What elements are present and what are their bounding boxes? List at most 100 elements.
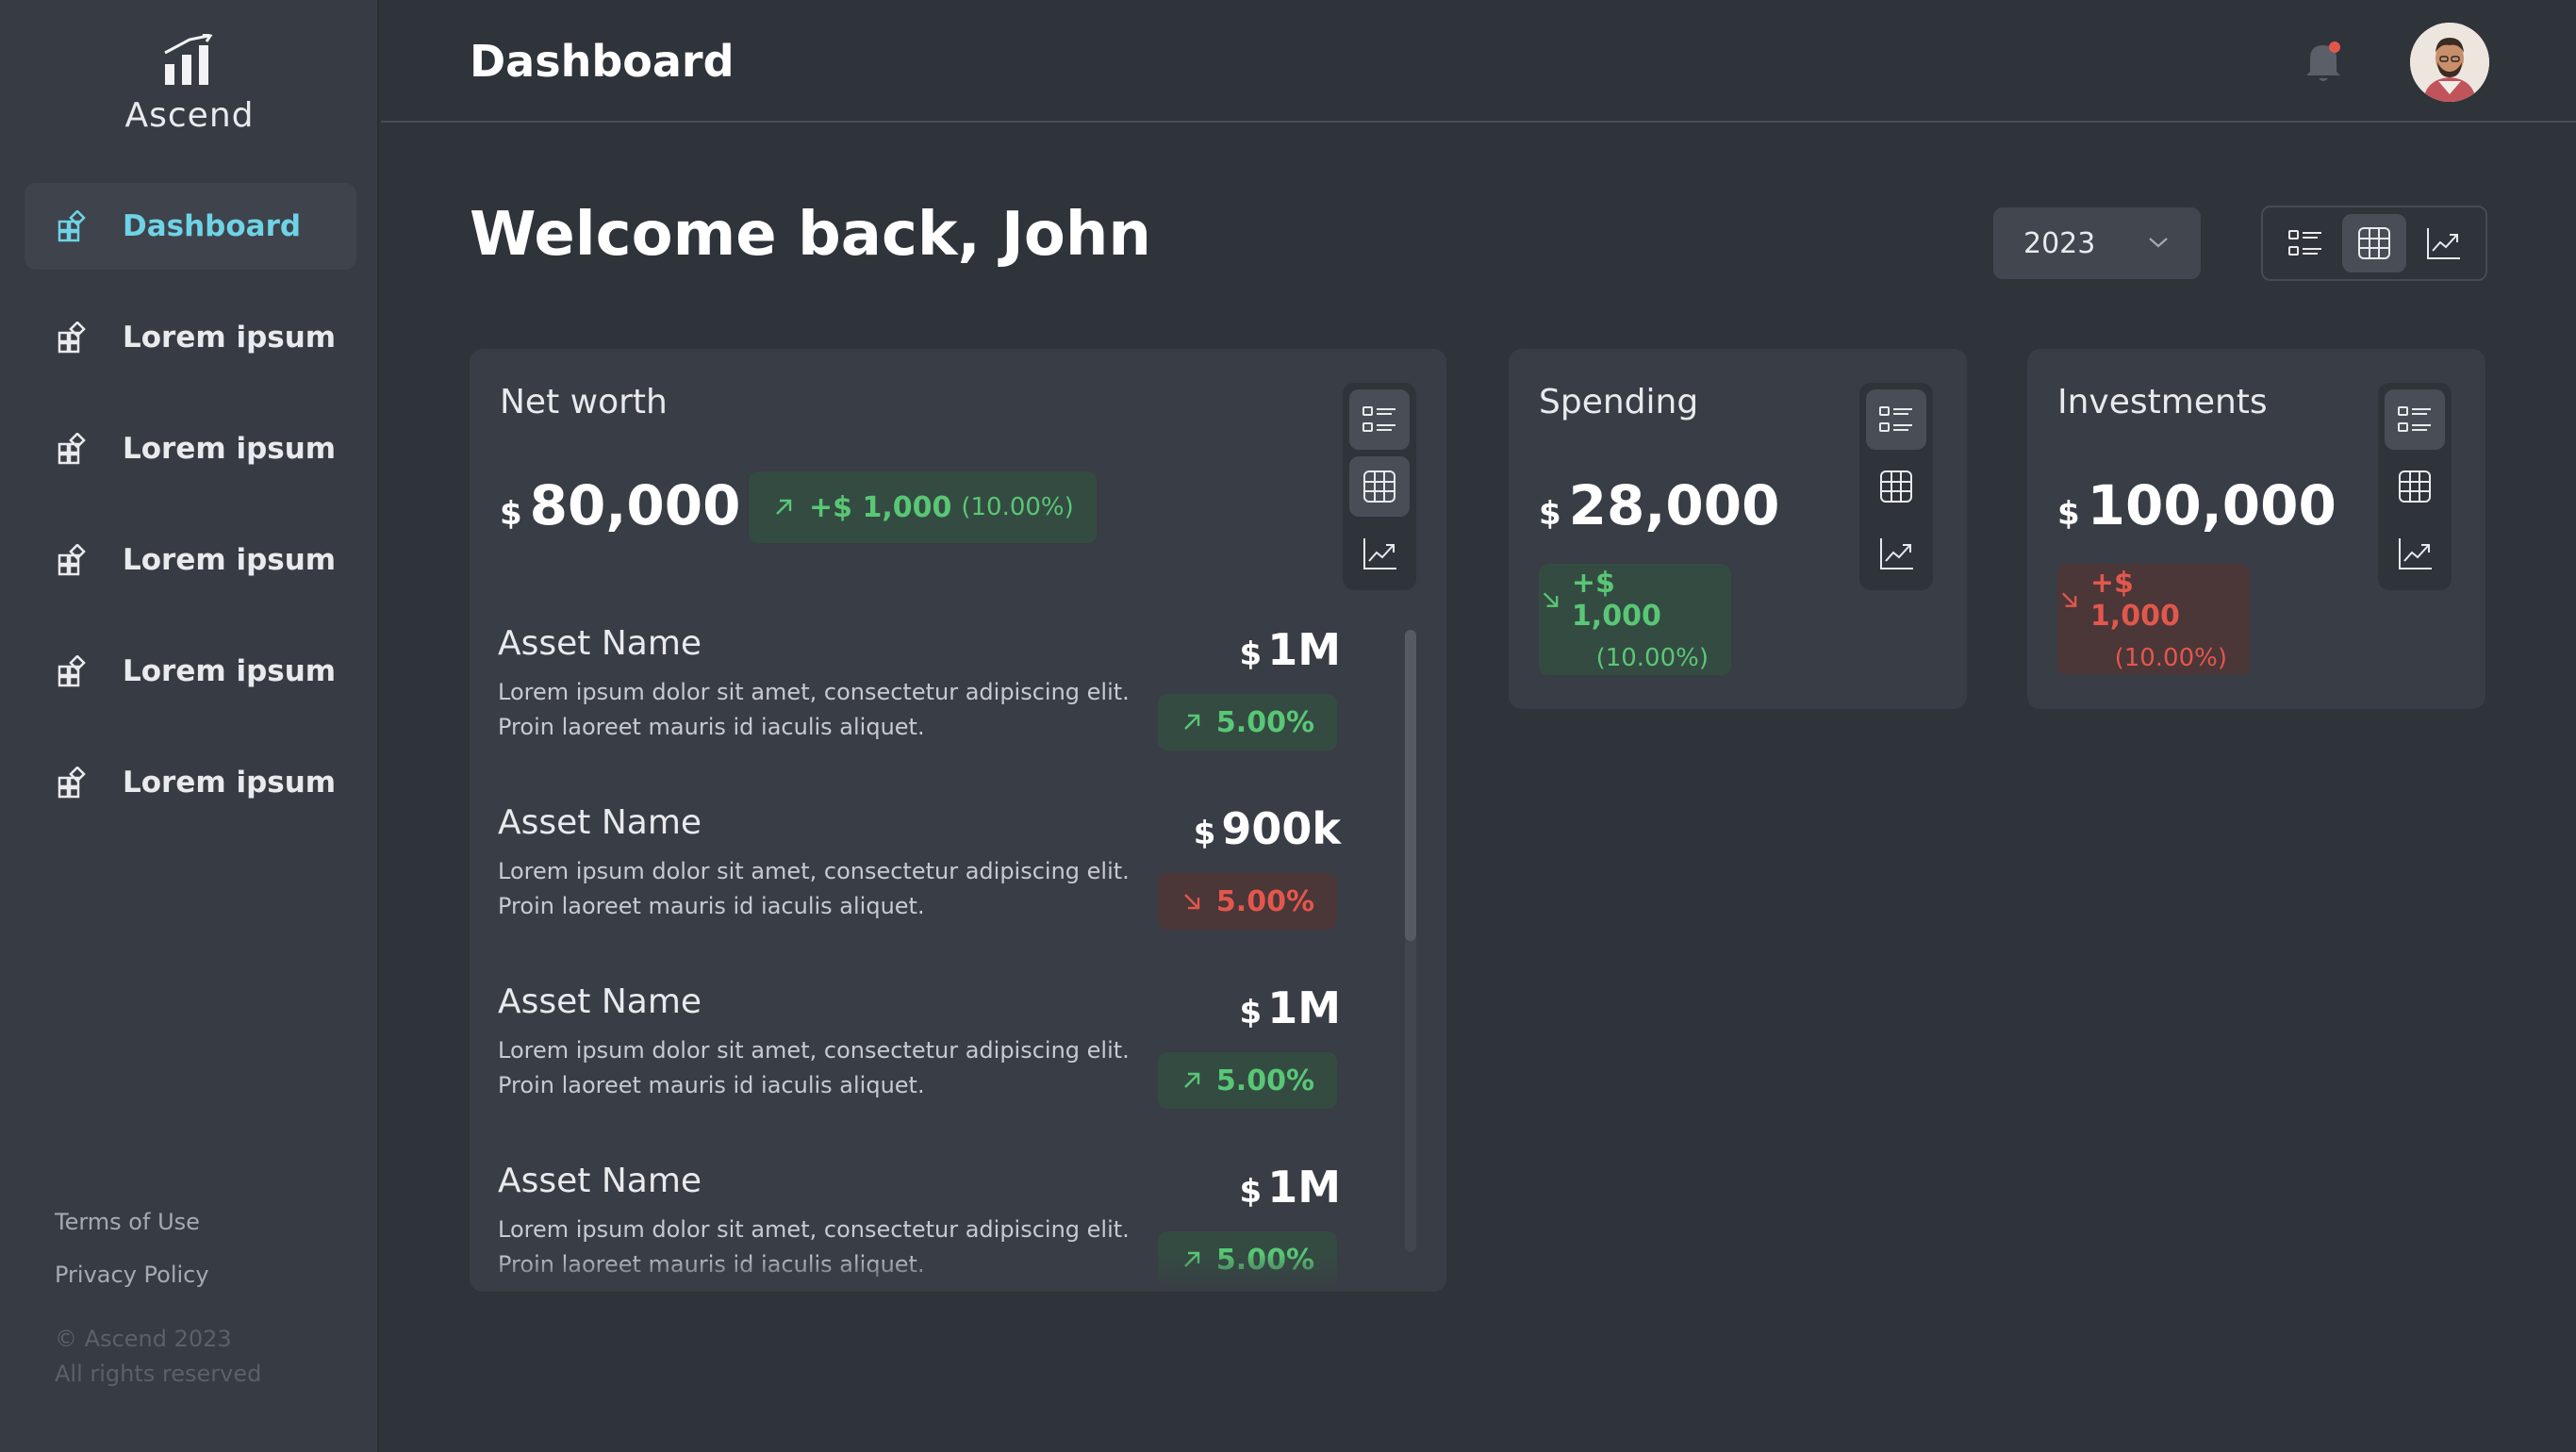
arrow-up-right-icon: [776, 499, 792, 515]
delta-percent: (10.00%): [961, 493, 1074, 521]
asset-list-scrollbar[interactable]: [1405, 630, 1416, 1252]
asset-row[interactable]: Asset Name Lorem ipsum dolor sit amet, c…: [498, 803, 1412, 982]
card-view-tools: [1343, 383, 1416, 590]
footer-links: Terms of Use Privacy Policy: [55, 1209, 209, 1314]
trending-chart-icon: [1363, 537, 1396, 569]
asset-description-line: Lorem ipsum dolor sit amet, consectetur …: [498, 679, 1130, 705]
asset-value: $900k: [1194, 803, 1341, 854]
spending-delta-badge: +$ 1,000 (10.00%): [1539, 564, 1731, 675]
asset-list[interactable]: Asset Name Lorem ipsum dolor sit amet, c…: [498, 624, 1412, 1288]
asset-value-number: 900k: [1221, 803, 1341, 854]
grid-view-button[interactable]: [2385, 456, 2445, 517]
list-view-button[interactable]: [1866, 389, 1926, 451]
widgets-icon: [58, 655, 86, 687]
arrow-up-right-icon: [1184, 1072, 1200, 1088]
scrollbar-thumb[interactable]: [1405, 630, 1416, 941]
asset-description-line: Proin laoreet mauris id iaculis aliquet.: [498, 893, 925, 919]
list-fade-overlay: [470, 1254, 1446, 1292]
trending-chart-icon: [2399, 537, 2432, 569]
asset-description-line: Proin laoreet mauris id iaculis aliquet.: [498, 1072, 925, 1098]
list-icon: [1362, 406, 1395, 433]
chart-view-button[interactable]: [2385, 523, 2445, 584]
list-icon: [2287, 230, 2321, 256]
chevron-down-icon: [2149, 238, 2168, 248]
amount-value: 100,000: [2087, 473, 2337, 537]
copyright: © Ascend 2023 All rights reserved: [55, 1322, 261, 1392]
year-select[interactable]: 2023: [1993, 207, 2201, 279]
delta-percent: (10.00%): [2114, 644, 2227, 672]
asset-value-number: 1M: [1267, 1162, 1341, 1213]
spending-card: Spending $28,000 +$ 1,000 (10.00%): [1509, 349, 1967, 709]
arrow-down-right-icon: [1184, 894, 1200, 910]
delta-value: +$ 1,000: [809, 490, 952, 524]
list-icon: [2398, 406, 2431, 433]
currency-symbol: $: [2057, 495, 2080, 533]
privacy-policy-link[interactable]: Privacy Policy: [55, 1262, 209, 1288]
sidebar-item-label: Lorem ipsum: [123, 432, 337, 466]
sidebar-item-dashboard[interactable]: Dashboard: [25, 183, 356, 270]
sidebar-item-label: Lorem ipsum: [123, 766, 337, 800]
currency-symbol: $: [1239, 635, 1263, 673]
sidebar-item-lorem-2[interactable]: Lorem ipsum: [25, 405, 356, 492]
asset-description-line: Proin laoreet mauris id iaculis aliquet.: [498, 714, 925, 740]
list-view-button[interactable]: [2273, 214, 2337, 272]
net-worth-card: Net worth $80,000 +$ 1,000 (10.00%) Asse…: [470, 349, 1446, 1292]
chart-view-button[interactable]: [1349, 523, 1410, 584]
widgets-icon: [58, 544, 86, 576]
currency-symbol: $: [1239, 994, 1263, 1031]
asset-description: Lorem ipsum dolor sit amet, consectetur …: [498, 1033, 1214, 1103]
trending-chart-icon: [2427, 228, 2461, 259]
table-grid-icon: [2399, 470, 2431, 503]
page-title: Dashboard: [470, 36, 735, 87]
terms-of-use-link[interactable]: Terms of Use: [55, 1209, 209, 1235]
asset-change-badge: 5.00%: [1157, 873, 1337, 930]
grid-view-button[interactable]: [2341, 214, 2406, 272]
sidebar-item-lorem-4[interactable]: Lorem ipsum: [25, 628, 356, 715]
card-view-tools: [2378, 383, 2452, 590]
chart-view-button[interactable]: [2411, 214, 2475, 272]
sidebar-item-lorem-1[interactable]: Lorem ipsum: [25, 294, 356, 381]
currency-symbol: $: [500, 495, 522, 533]
card-title: Investments: [2057, 383, 2268, 421]
grid-view-button[interactable]: [1349, 455, 1410, 517]
amount-value: 28,000: [1568, 473, 1780, 537]
user-avatar[interactable]: [2410, 23, 2489, 102]
grid-view-button[interactable]: [1866, 456, 1926, 517]
topbar: Dashboard: [381, 0, 2576, 123]
delta-value: +$ 1,000: [2089, 567, 2180, 633]
asset-description-line: Lorem ipsum dolor sit amet, consectetur …: [498, 1216, 1130, 1243]
card-title: Net worth: [500, 383, 668, 421]
copyright-line: © Ascend 2023: [55, 1326, 232, 1352]
investments-card: Investments $100,000 +$ 1,000 (10.00%): [2027, 349, 2485, 709]
investments-amount: $100,000: [2057, 473, 2337, 537]
list-view-button[interactable]: [2385, 389, 2445, 451]
widgets-icon: [58, 322, 86, 354]
logo[interactable]: Ascend: [0, 34, 379, 135]
investments-delta-badge: +$ 1,000 (10.00%): [2057, 564, 2250, 675]
table-grid-icon: [1880, 470, 1912, 503]
sidebar: Ascend Dashboard Lorem ipsum Lorem ipsum…: [0, 0, 379, 1452]
asset-row[interactable]: Asset Name Lorem ipsum dolor sit amet, c…: [498, 624, 1412, 803]
sidebar-item-lorem-3[interactable]: Lorem ipsum: [25, 517, 356, 603]
notification-bell-icon[interactable]: [2303, 38, 2344, 85]
asset-change-value: 5.00%: [1215, 884, 1314, 918]
list-view-button[interactable]: [1349, 389, 1410, 451]
sidebar-item-lorem-5[interactable]: Lorem ipsum: [25, 739, 356, 826]
asset-name: Asset Name: [498, 982, 702, 1021]
logo-text: Ascend: [124, 96, 255, 135]
sidebar-item-label: Lorem ipsum: [123, 543, 337, 577]
asset-name: Asset Name: [498, 624, 702, 663]
asset-value: $1M: [1240, 982, 1341, 1033]
currency-symbol: $: [1539, 495, 1561, 533]
view-toggle: [2261, 206, 2487, 281]
asset-change-badge: 5.00%: [1157, 1052, 1337, 1109]
asset-row[interactable]: Asset Name Lorem ipsum dolor sit amet, c…: [498, 982, 1412, 1162]
delta-percent: (10.00%): [1595, 644, 1709, 672]
sidebar-item-label: Dashboard: [123, 209, 302, 243]
sidebar-item-label: Lorem ipsum: [123, 654, 337, 688]
delta-value: +$ 1,000: [1571, 567, 1661, 633]
asset-description: Lorem ipsum dolor sit amet, consectetur …: [498, 854, 1214, 924]
delta-row: +$ 1,000: [1539, 567, 1709, 633]
chart-view-button[interactable]: [1866, 523, 1926, 584]
table-grid-icon: [2357, 227, 2390, 259]
